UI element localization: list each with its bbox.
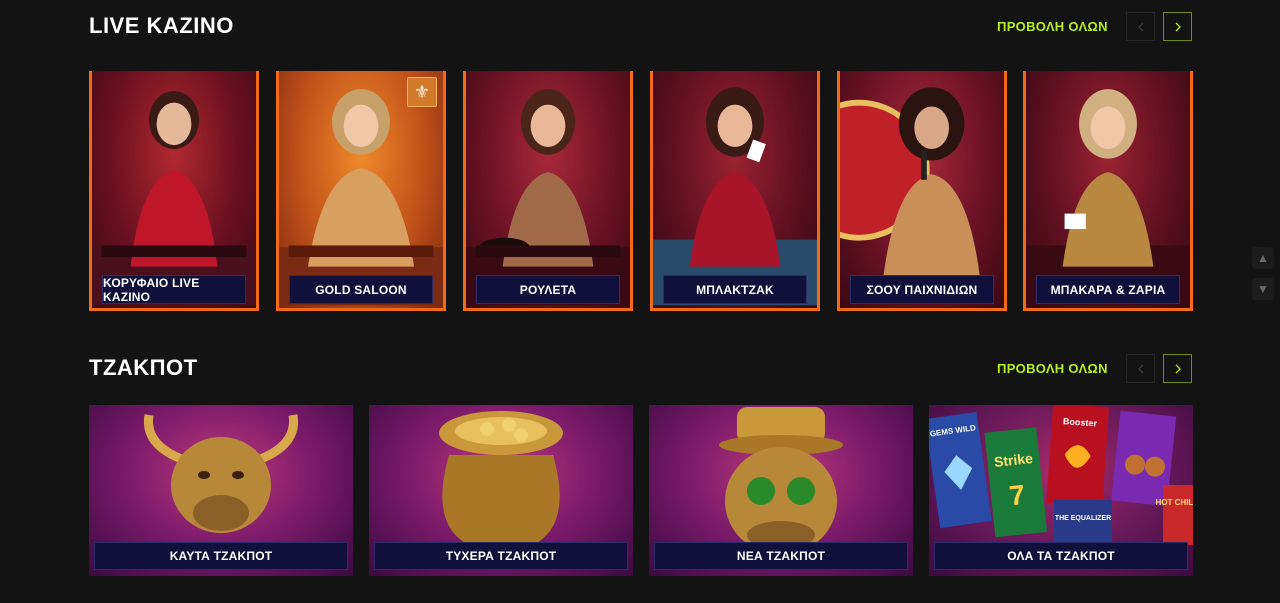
live-card-roulette[interactable]: ΡΟΥΛΕΤΑ <box>463 71 633 311</box>
card-label: ΤΥΧΕΡΑ ΤΖΑΚΠΟΤ <box>374 542 628 570</box>
arrow-up-icon: ▲ <box>1257 251 1269 265</box>
hot-chilli-thumb-text: HOT CHILLI <box>1156 498 1193 507</box>
card-label: ΝΕΑ ΤΖΑΚΠΟΤ <box>654 542 908 570</box>
host-image <box>840 87 980 277</box>
jackpot-next-button[interactable] <box>1163 354 1192 383</box>
live-prev-button[interactable] <box>1126 12 1155 41</box>
card-label: ΣΟΟΥ ΠΑΙΧΝΙΔΙΩΝ <box>850 275 994 304</box>
live-card-baccarat-dice[interactable]: ΜΠΑΚΑΡΑ & ΖΑΡΙΑ <box>1023 71 1193 311</box>
chevron-right-icon <box>1175 364 1181 373</box>
chevron-right-icon <box>1175 22 1181 31</box>
live-next-button[interactable] <box>1163 12 1192 41</box>
jackpot-card-all[interactable]: GEMS WILD Strike 7 Booster THE EQUALIZER… <box>929 405 1193 576</box>
jackpot-card-lucky[interactable]: ΤΥΧΕΡΑ ΤΖΑΚΠΟΤ <box>369 405 633 576</box>
card-label: ΜΠΑΚΑΡΑ & ΖΑΡΙΑ <box>1036 275 1180 304</box>
card-label: ΚΟΡΥΦΑΙΟ LIVE KAZINO <box>102 275 246 304</box>
live-card-blackjack[interactable]: ΜΠΛΑΚΤΖΑΚ <box>650 71 820 311</box>
fleur-de-lis-icon: ⚜ <box>407 77 437 107</box>
dealer-image <box>466 89 630 306</box>
live-view-all-link[interactable]: ΠΡΟΒΟΛΗ ΟΛΩΝ <box>997 19 1108 34</box>
card-label: ΟΛΑ ΤΑ ΤΖΑΚΠΟΤ <box>934 542 1188 570</box>
live-card-game-shows[interactable]: ΣΟΟΥ ΠΑΙΧΝΙΔΙΩΝ <box>837 71 1007 311</box>
dealer-image <box>92 91 256 306</box>
card-label: ΚΑΥΤΑ ΤΖΑΚΠΟΤ <box>94 542 348 570</box>
scroll-down-button[interactable]: ▼ <box>1252 278 1274 300</box>
dealer-image <box>1026 89 1190 306</box>
arrow-down-icon: ▼ <box>1257 282 1269 296</box>
svg-text:7: 7 <box>1008 479 1027 511</box>
scroll-up-button[interactable]: ▲ <box>1252 247 1274 269</box>
jackpot-card-new[interactable]: ΝΕΑ ΤΖΑΚΠΟΤ <box>649 405 913 576</box>
jackpot-prev-button[interactable] <box>1126 354 1155 383</box>
live-card-top-live-casino[interactable]: ΚΟΡΥΦΑΙΟ LIVE KAZINO <box>89 71 259 311</box>
chevron-left-icon <box>1137 22 1143 31</box>
chevron-left-icon <box>1137 364 1143 373</box>
live-card-gold-saloon[interactable]: ⚜ GOLD SALOON <box>276 71 446 311</box>
jackpot-view-all-link[interactable]: ΠΡΟΒΟΛΗ ΟΛΩΝ <box>997 361 1108 376</box>
card-label: ΜΠΛΑΚΤΖΑΚ <box>663 275 807 304</box>
jackpot-section-title: ΤΖΑΚΠΟΤ <box>89 355 198 380</box>
card-label: GOLD SALOON <box>289 275 433 304</box>
dealer-image <box>653 87 817 306</box>
jackpot-card-hot[interactable]: ΚΑΥΤΑ ΤΖΑΚΠΟΤ <box>89 405 353 576</box>
card-label: ΡΟΥΛΕΤΑ <box>476 275 620 304</box>
equalizer-thumb-text: THE EQUALIZER <box>1055 515 1111 522</box>
live-section-title: LIVE KAZINO <box>89 13 234 38</box>
